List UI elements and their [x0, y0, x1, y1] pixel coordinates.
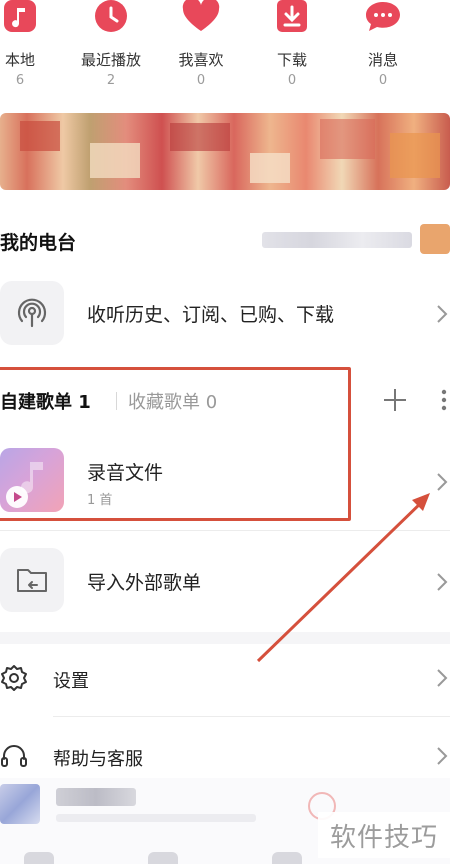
import-playlist-label: 导入外部歌单: [87, 572, 202, 594]
mini-player-cover[interactable]: [0, 784, 40, 824]
help-label: 帮助与客服: [53, 749, 143, 770]
settings-label: 设置: [53, 671, 89, 692]
help-row[interactable]: 帮助与客服: [0, 736, 450, 776]
mini-player-title-blurred: [56, 788, 136, 806]
history-label: 收听历史、订阅、已购、下载: [87, 304, 335, 326]
heart-icon: [182, 0, 220, 34]
stat-recent[interactable]: 最近播放 2: [66, 0, 156, 88]
gear-icon: [1, 665, 27, 691]
add-playlist-icon[interactable]: [381, 386, 409, 414]
stat-favorites[interactable]: 我喜欢 0: [156, 0, 246, 88]
discover-tab-icon[interactable]: [148, 852, 178, 864]
download-icon: [273, 0, 311, 34]
headset-icon: [1, 745, 27, 767]
radio-thumbnail[interactable]: [420, 224, 450, 254]
watermark: 软件技巧: [318, 812, 450, 858]
divider: [0, 530, 450, 531]
my-radio-title: 我的电台: [0, 232, 77, 254]
stat-messages[interactable]: 消息 0: [338, 0, 428, 88]
music-note-icon: [1, 0, 39, 34]
clock-icon: [92, 0, 130, 34]
history-row[interactable]: 收听历史、订阅、已购、下载: [0, 280, 450, 346]
more-options-icon[interactable]: [438, 386, 450, 414]
chevron-right-icon: [437, 573, 448, 591]
my-radio-header: 我的电台: [0, 222, 450, 258]
divider: [53, 716, 450, 717]
quick-stats-bar: 本地 6 最近播放 2 我喜欢 0 下载 0 消息 0: [0, 0, 450, 100]
import-playlist-row[interactable]: 导入外部歌单: [0, 548, 450, 614]
promo-banner[interactable]: [0, 113, 450, 190]
podcast-icon: [0, 281, 64, 345]
section-gap: [0, 632, 450, 644]
highlight-box: [0, 367, 351, 521]
home-tab-icon[interactable]: [24, 852, 54, 864]
chevron-right-icon: [437, 747, 448, 765]
stat-local[interactable]: 本地 6: [0, 0, 65, 88]
profile-tab-icon[interactable]: [272, 852, 302, 864]
playlist-chevron-icon[interactable]: [434, 472, 450, 492]
radio-subtitle-blurred: [262, 232, 412, 248]
mini-player-subtitle-blurred: [56, 814, 256, 822]
stat-downloads[interactable]: 下载 0: [247, 0, 337, 88]
chevron-right-icon: [437, 669, 448, 687]
message-icon: [364, 0, 402, 34]
folder-import-icon: [0, 548, 64, 612]
settings-row[interactable]: 设置: [0, 658, 450, 698]
chevron-right-icon: [437, 305, 448, 323]
